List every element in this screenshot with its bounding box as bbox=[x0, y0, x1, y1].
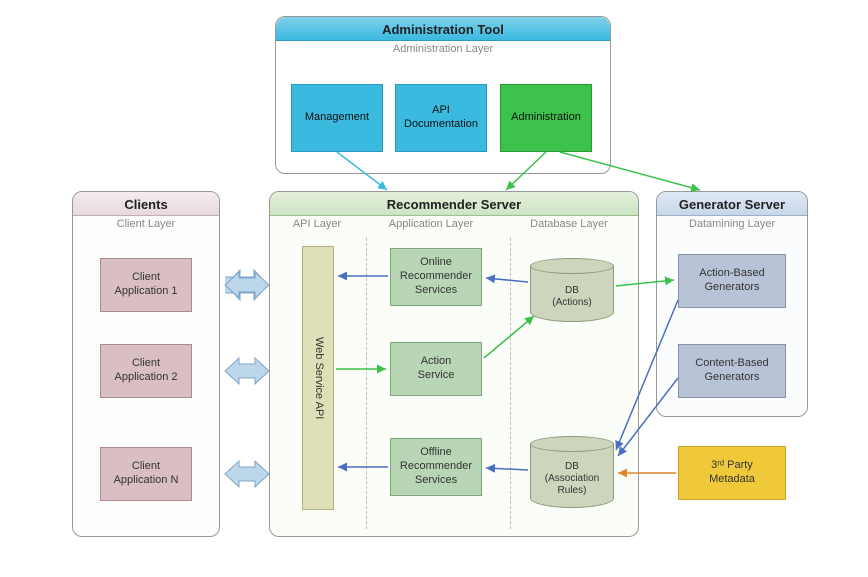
clients-layer-label: Client Layer bbox=[73, 216, 219, 236]
action-generators-box: Action-Based Generators bbox=[678, 254, 786, 308]
app-layer-label: Application Layer bbox=[376, 218, 486, 230]
offline-recommender-box: Offline Recommender Services bbox=[390, 438, 482, 496]
client-app-2: Client Application 2 bbox=[100, 344, 192, 398]
db-rules: DB (Association Rules) bbox=[530, 436, 614, 508]
recommender-title: Recommender Server bbox=[270, 192, 638, 216]
admin-layer-label: Administration Layer bbox=[276, 41, 610, 61]
db-rules-label: DB (Association Rules) bbox=[530, 444, 614, 508]
client-app-n: Client Application N bbox=[100, 447, 192, 501]
action-service-box: Action Service bbox=[390, 342, 482, 396]
client-api-arrow-3 bbox=[225, 461, 269, 487]
api-layer-label: API Layer bbox=[282, 218, 352, 230]
db-actions-label: DB (Actions) bbox=[530, 266, 614, 322]
management-box: Management bbox=[291, 84, 383, 152]
db-actions: DB (Actions) bbox=[530, 258, 614, 322]
web-service-api-box: Web Service API bbox=[302, 246, 334, 510]
api-doc-box: API Documentation bbox=[395, 84, 487, 152]
db-layer-label: Database Layer bbox=[514, 218, 624, 230]
client-api-arrow-2 bbox=[225, 358, 269, 384]
generator-layer-label: Datamining Layer bbox=[657, 216, 807, 236]
clients-title: Clients bbox=[73, 192, 219, 216]
generator-title: Generator Server bbox=[657, 192, 807, 216]
client-app-1: Client Application 1 bbox=[100, 258, 192, 312]
divider-1 bbox=[366, 238, 367, 529]
content-generators-box: Content-Based Generators bbox=[678, 344, 786, 398]
admin-title: Administration Tool bbox=[276, 17, 610, 41]
client-api-arrow-1 bbox=[225, 270, 269, 300]
divider-2 bbox=[510, 238, 511, 529]
online-recommender-box: Online Recommender Services bbox=[390, 248, 482, 306]
third-party-metadata-box: 3ʳᵈ Party Metadata bbox=[678, 446, 786, 500]
administration-box: Administration bbox=[500, 84, 592, 152]
